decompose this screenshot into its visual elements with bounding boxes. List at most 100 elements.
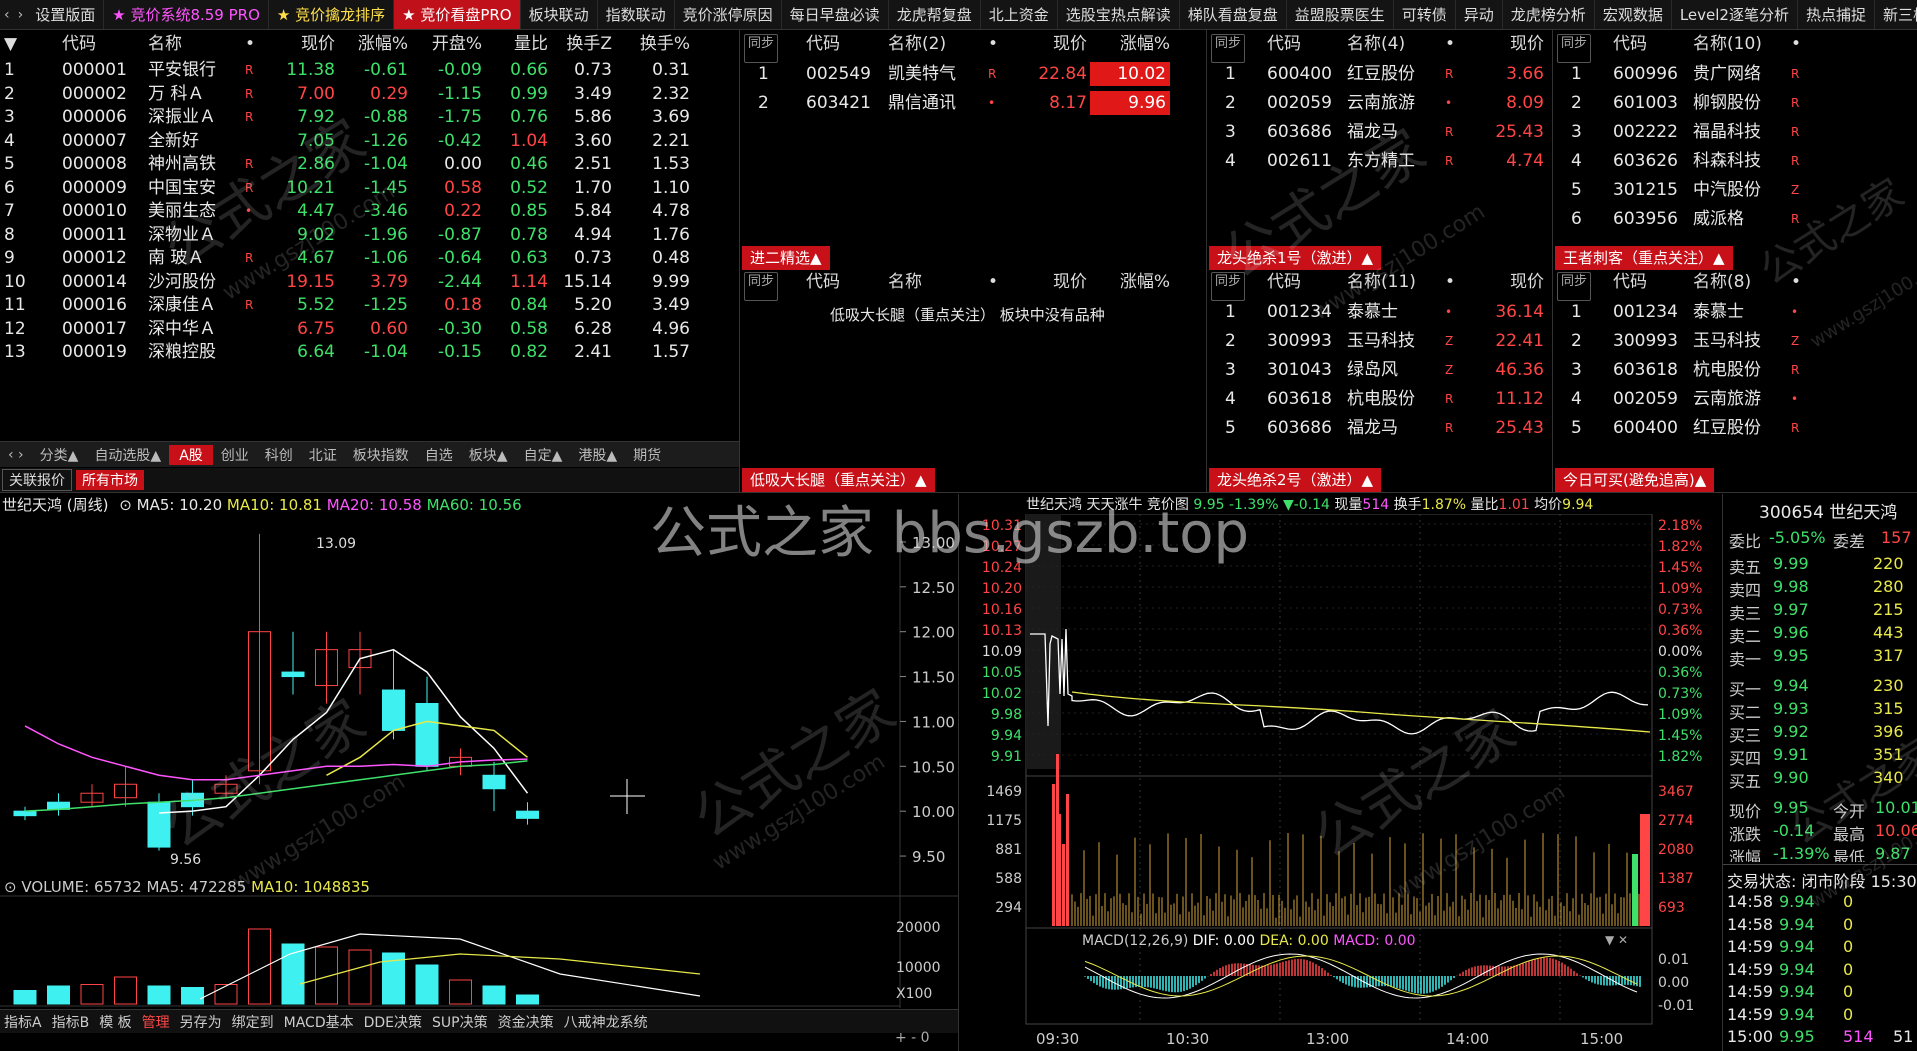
market-tab-0[interactable]: ‹ ›: [0, 447, 32, 463]
top-tab-13[interactable]: 可转债: [1394, 0, 1456, 29]
panel-row[interactable]: 2 300993 玉马科技 Z: [1553, 327, 1917, 356]
panel-col-header-1[interactable]: 名称(2): [888, 30, 983, 59]
candle-body[interactable]: [147, 801, 171, 848]
top-tab-11[interactable]: 梯队看盘复盘: [1180, 0, 1287, 29]
panel-row[interactable]: 4 603618 杭电股份 R 11.12: [1207, 385, 1552, 414]
panel-col-header-2[interactable]: •: [1791, 30, 1805, 59]
panel-col-header-0[interactable]: 代码: [1613, 268, 1693, 297]
top-tab-1[interactable]: ★ 竞价系统8.59 PRO: [104, 0, 269, 29]
panel-footer-p6[interactable]: 今日可买(避免追高)▲: [1555, 468, 1715, 492]
panel-row[interactable]: 1 600400 红豆股份 R 3.66: [1207, 60, 1552, 89]
panel-footer-p3[interactable]: 王者刺客（重点关注）▲: [1555, 246, 1733, 270]
top-tab-12[interactable]: 益盟股票医生: [1287, 0, 1394, 29]
panel-col-header-1[interactable]: 名称(8): [1693, 268, 1788, 297]
indicator-tab-4[interactable]: 另存为: [180, 1012, 222, 1032]
indicator-tab-6[interactable]: MACD基本: [284, 1012, 354, 1032]
panel-col-header-3[interactable]: 现价: [1459, 268, 1544, 297]
panel-col-header-2[interactable]: •: [988, 268, 1002, 297]
market-tab-6[interactable]: 北证: [301, 445, 345, 465]
table-row[interactable]: 2 000002 万 科Ａ R 7.00 0.29 -1.15 0.99 3.49 2.32: [0, 83, 738, 107]
panel-row[interactable]: 3 603618 杭电股份 R: [1553, 356, 1917, 385]
market-tab-3[interactable]: A股: [169, 444, 213, 465]
sync-button[interactable]: 同步: [1211, 34, 1246, 63]
top-tab-4[interactable]: 板块联动: [521, 0, 598, 29]
sync-button[interactable]: 同步: [744, 272, 779, 301]
col-header-0[interactable]: ▼: [4, 30, 34, 59]
table-row[interactable]: 7 000010 美丽生态 • 4.47 -3.46 0.22 0.85 5.84 4.78: [0, 200, 738, 224]
panel-row[interactable]: 1 002549 凯美特气 R 22.84 10.02: [740, 60, 1205, 89]
panel-row[interactable]: 3 603686 福龙马 R 25.43: [1207, 118, 1552, 147]
indicator-tab-2[interactable]: 模 板: [99, 1012, 131, 1032]
top-tab-2[interactable]: ★ 竞价擒龙排序: [269, 0, 395, 29]
market-tab-1[interactable]: 分类▲: [32, 445, 87, 465]
panel-row[interactable]: 4 002611 东方精工 R 4.74: [1207, 147, 1552, 176]
settings-icon[interactable]: ⊙: [119, 496, 132, 514]
top-tab-5[interactable]: 指数联动: [598, 0, 675, 29]
panel-col-header-1[interactable]: 名称(11): [1347, 268, 1442, 297]
top-tab-15[interactable]: 龙虎榜分析: [1503, 0, 1595, 29]
sync-button[interactable]: 同步: [744, 34, 779, 63]
zoom-controls[interactable]: + - 0: [895, 1030, 930, 1046]
indicator-tab-5[interactable]: 绑定到: [232, 1012, 274, 1032]
panel-col-header-0[interactable]: 代码: [1267, 268, 1347, 297]
top-tab-10[interactable]: 选股宝热点解读: [1058, 0, 1180, 29]
table-row[interactable]: 13 000019 深粮控股 6.64 -1.04 -0.15 0.82 2.41 1.57: [0, 341, 738, 365]
candle-body[interactable]: [281, 671, 305, 678]
macd-dropdown-icon[interactable]: ▼ ✕: [1605, 933, 1628, 947]
sync-button[interactable]: 同步: [1557, 34, 1592, 63]
panel-col-header-3[interactable]: 现价: [1459, 30, 1544, 59]
market-tab-7[interactable]: 板块指数: [345, 445, 417, 465]
panel-row[interactable]: 6 603956 威派格 R: [1553, 205, 1917, 234]
market-tab-12[interactable]: 期货: [625, 445, 669, 465]
table-row[interactable]: 9 000012 南 玻Ａ R 4.67 -1.06 -0.64 0.63 0.73 0.48: [0, 247, 738, 271]
candle-body[interactable]: [382, 689, 405, 731]
panel-row[interactable]: 3 002222 福晶科技 R: [1553, 118, 1917, 147]
indicator-tab-8[interactable]: SUP决策: [432, 1012, 488, 1032]
market-tab-8[interactable]: 自选: [417, 445, 461, 465]
top-tab-6[interactable]: 竞价涨停原因: [675, 0, 782, 29]
candle-body[interactable]: [415, 702, 439, 767]
nav-back-icon[interactable]: ‹: [0, 7, 14, 23]
panel-row[interactable]: 5 301215 中汽股份 Z: [1553, 176, 1917, 205]
indicator-tab-1[interactable]: 指标B: [52, 1012, 90, 1032]
panel-row[interactable]: 1 001234 泰慕士 • 36.14: [1207, 298, 1552, 327]
panel-col-header-4[interactable]: 涨幅%: [1090, 268, 1170, 297]
col-header-8[interactable]: 换手Z: [552, 30, 612, 59]
panel-row[interactable]: 5 600400 红豆股份 R: [1553, 414, 1917, 443]
col-header-9[interactable]: 换手%: [620, 30, 690, 59]
panel-col-header-0[interactable]: 代码: [806, 30, 896, 59]
panel-col-header-2[interactable]: •: [988, 30, 1002, 59]
sync-button[interactable]: 同步: [1557, 272, 1592, 301]
indicator-tab-7[interactable]: DDE决策: [364, 1012, 422, 1032]
table-row[interactable]: 6 000009 中国宝安 R 10.21 -1.45 0.58 0.52 1.70 1.10: [0, 177, 738, 201]
top-tab-18[interactable]: 热点捕捉: [1798, 0, 1875, 29]
panel-col-header-3[interactable]: 现价: [1002, 268, 1087, 297]
col-header-1[interactable]: 代码: [62, 30, 142, 59]
col-header-3[interactable]: •: [245, 30, 260, 59]
candle-body[interactable]: [482, 774, 506, 790]
panel-col-header-0[interactable]: 代码: [806, 268, 896, 297]
table-row[interactable]: 12 000017 深中华Ａ 6.75 0.60 -0.30 0.58 6.28 4.96: [0, 318, 738, 342]
indicator-tab-3[interactable]: 管理: [142, 1012, 170, 1032]
market-tab-4[interactable]: 创业: [213, 445, 257, 465]
top-tab-9[interactable]: 北上资金: [981, 0, 1058, 29]
table-row[interactable]: 10 000014 沙河股份 19.15 3.79 -2.44 1.14 15.14 9.99: [0, 271, 738, 295]
panel-col-header-1[interactable]: 名称(4): [1347, 30, 1442, 59]
kline-chart[interactable]: 13.0012.5012.0011.5011.0010.5010.009.501…: [0, 514, 958, 1008]
panel-row[interactable]: 4 603626 科森科技 R: [1553, 147, 1917, 176]
intraday-chart[interactable]: 10.3110.2710.2410.2010.1610.1310.0910.05…: [960, 514, 1722, 1051]
table-row[interactable]: 11 000016 深康佳Ａ R 5.52 -1.25 0.18 0.84 5.20 3.49: [0, 294, 738, 318]
candle-body[interactable]: [516, 810, 539, 819]
panel-row[interactable]: 5 603686 福龙马 R 25.43: [1207, 414, 1552, 443]
col-header-7[interactable]: 量比: [488, 30, 548, 59]
table-row[interactable]: 8 000011 深物业Ａ 9.02 -1.96 -0.87 0.78 4.94 1.76: [0, 224, 738, 248]
col-header-6[interactable]: 开盘%: [412, 30, 482, 59]
indicator-tab-9[interactable]: 资金决策: [498, 1012, 554, 1032]
col-header-4[interactable]: 现价: [260, 30, 335, 59]
market-tab-10[interactable]: 自定▲: [516, 445, 571, 465]
top-tab-17[interactable]: Level2逐笔分析: [1672, 0, 1798, 29]
top-tab-16[interactable]: 宏观数据: [1595, 0, 1672, 29]
panel-row[interactable]: 1 600996 贵广网络 R: [1553, 60, 1917, 89]
table-row[interactable]: 5 000008 神州高铁 R 2.86 -1.04 0.00 0.46 2.51 1.53: [0, 153, 738, 177]
sync-button[interactable]: 同步: [1211, 272, 1246, 301]
